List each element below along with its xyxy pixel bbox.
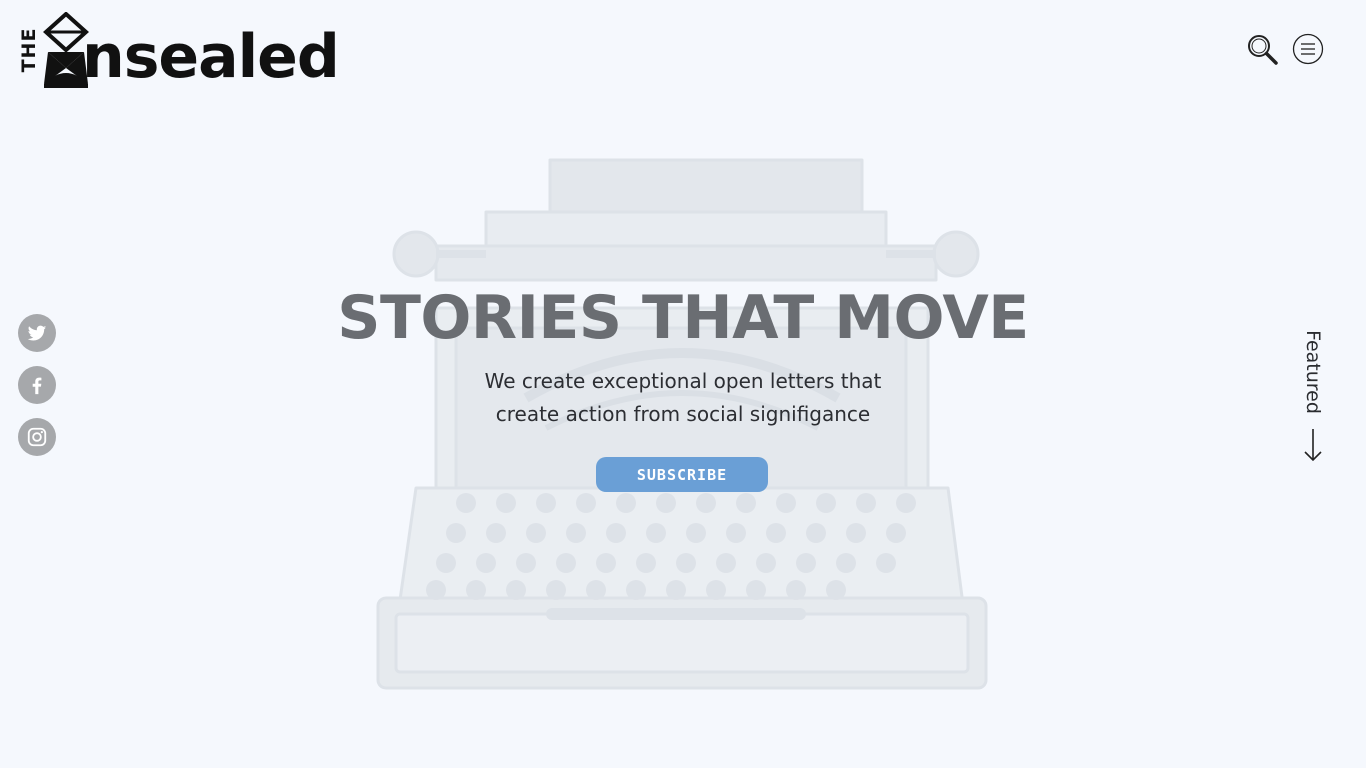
menu-icon: [1292, 33, 1324, 65]
featured-link[interactable]: Featured: [1296, 322, 1330, 464]
logo-the-text: THE: [18, 27, 40, 73]
menu-button[interactable]: [1292, 33, 1324, 65]
search-icon: [1248, 35, 1278, 65]
site-logo[interactable]: THE nsealed: [16, 12, 346, 92]
instagram-link[interactable]: [18, 418, 56, 456]
hero-subtitle-line2: create action from social signifigance: [495, 402, 871, 426]
instagram-icon: [27, 427, 47, 447]
facebook-link[interactable]: [18, 366, 56, 404]
hero-subtitle: We create exceptional open letters that …: [433, 365, 933, 431]
logo-wordmark: nsealed: [82, 22, 340, 92]
subscribe-button[interactable]: SUBSCRIBE: [596, 457, 768, 492]
arrow-down-icon: [1304, 429, 1322, 462]
page: THE nsealed STORIES THAT MOVE We create …: [0, 0, 1366, 768]
featured-label: Featured: [1302, 330, 1324, 414]
hero-subtitle-line1: We create exceptional open letters that: [484, 369, 882, 393]
search-button[interactable]: [1246, 33, 1278, 65]
facebook-icon: [32, 377, 42, 395]
hero-title: STORIES THAT MOVE: [337, 283, 1029, 353]
